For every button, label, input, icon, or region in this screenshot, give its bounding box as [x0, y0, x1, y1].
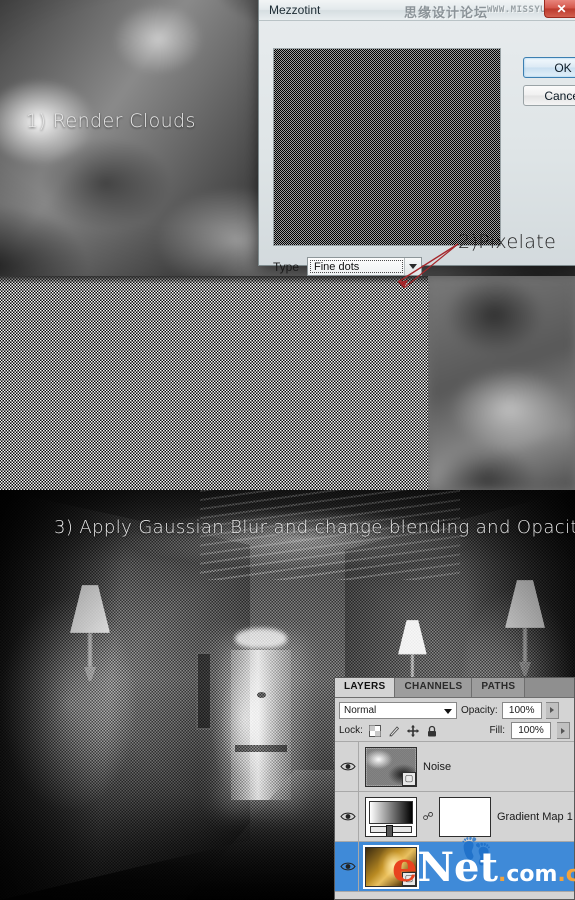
noise-modulation — [0, 276, 428, 490]
sconce-arm — [523, 628, 527, 662]
gradient-slider-icon — [370, 824, 412, 836]
fill-input[interactable]: 100% — [511, 722, 551, 739]
caret-glyph — [409, 264, 418, 269]
layer-thumbnail[interactable]: ▢ — [363, 844, 419, 889]
layer-visibility-toggle[interactable] — [337, 792, 359, 841]
noise-band-clouds-remainder — [428, 276, 575, 490]
far-door — [231, 628, 291, 800]
forum-watermark-cn: 思缘设计论坛 — [404, 6, 489, 21]
step-3-label: 3) Apply Gaussian Blur and change blendi… — [54, 517, 575, 538]
sconce-shade — [398, 620, 427, 655]
tab-layers[interactable]: LAYERS — [335, 678, 396, 697]
cancel-button[interactable]: Cancel — [523, 85, 575, 106]
smart-object-badge-icon: ▢ — [402, 871, 416, 886]
lock-all-icon[interactable] — [426, 725, 438, 737]
tutorial-composite: 1) Render Clouds 3) Apply Gaussian Blur … — [0, 0, 575, 900]
sconce-base — [84, 667, 96, 681]
layer-visibility-toggle[interactable] — [337, 842, 359, 891]
caret-right-icon — [561, 727, 565, 734]
sconce-base — [519, 662, 531, 676]
layer-thumbnail[interactable]: ▢ — [365, 746, 417, 787]
layer-mask-thumbnail[interactable] — [439, 796, 491, 837]
fill-label: Fill: — [489, 725, 505, 736]
chevron-down-icon[interactable] — [404, 258, 422, 275]
opacity-input[interactable]: 100% — [501, 701, 542, 719]
lock-transparent-pixels-icon[interactable] — [368, 724, 381, 737]
opacity-slider-toggle[interactable] — [545, 701, 559, 719]
table-row[interactable]: ▢ — [335, 842, 574, 892]
tab-channels[interactable]: CHANNELS — [395, 678, 473, 697]
door-top-light — [235, 628, 287, 648]
step-1-label: 1) Render Clouds — [26, 110, 196, 132]
layer-thumbnail[interactable] — [365, 796, 417, 837]
eye-icon — [339, 862, 356, 871]
sconce-arm — [410, 654, 414, 680]
noise-band-mezzotint-result — [0, 276, 428, 490]
lock-position-icon[interactable] — [406, 724, 419, 737]
link-icon[interactable]: ☍ — [422, 810, 433, 823]
wall-sconce-right — [505, 580, 545, 676]
sconce-shade — [505, 580, 545, 628]
type-dropdown-value: Fine dots — [314, 260, 360, 273]
lock-row: Lock: Fill: 100% — [335, 720, 574, 742]
step-2-label: 2)Pixelate — [458, 231, 557, 253]
panel-tabs: LAYERS CHANNELS PATHS — [335, 678, 574, 698]
layer-name[interactable]: Noise — [423, 761, 451, 773]
ok-button[interactable]: OK — [523, 57, 575, 78]
wall-frame-left — [196, 652, 212, 730]
type-label: Type — [273, 259, 300, 274]
opacity-label: Opacity: — [461, 704, 498, 716]
gradient-map-thumbnail — [369, 800, 413, 824]
dialog-body: Type Fine dots OK Cancel — [259, 21, 575, 276]
mezzotint-dialog: Mezzotint 思缘设计论坛 WWW.MISSYUAN.COM ✕ Type… — [258, 0, 575, 276]
blend-mode-dropdown[interactable]: Normal — [339, 701, 457, 719]
pixelated-noise-image — [0, 276, 575, 490]
fill-slider-toggle[interactable] — [557, 722, 570, 739]
mezzotint-preview[interactable] — [273, 48, 501, 246]
layer-name[interactable]: Gradient Map 1 — [497, 811, 573, 823]
eye-icon — [339, 762, 356, 771]
close-icon[interactable]: ✕ — [544, 0, 575, 18]
layer-visibility-toggle[interactable] — [337, 742, 359, 791]
type-row: Type Fine dots — [273, 257, 423, 276]
table-row[interactable]: ▢ Noise — [335, 742, 574, 792]
sconce-arm — [88, 633, 92, 667]
caret-right-icon — [549, 707, 554, 713]
noise-band-top-shadow — [0, 276, 428, 284]
chevron-down-icon — [444, 708, 452, 714]
wall-sconce-left — [70, 585, 110, 681]
dialog-titlebar[interactable]: Mezzotint 思缘设计论坛 WWW.MISSYUAN.COM ✕ — [259, 0, 575, 21]
eye-icon — [339, 812, 356, 821]
lock-image-pixels-icon[interactable] — [388, 725, 400, 737]
butterfly-icon: 👣 — [460, 836, 493, 866]
preview-noise-texture — [274, 49, 500, 245]
blend-mode-value: Normal — [344, 704, 377, 716]
lock-icon-group — [368, 724, 438, 737]
type-dropdown[interactable]: Fine dots — [307, 257, 423, 276]
blend-mode-row: Normal Opacity: 100% — [335, 698, 574, 720]
lock-label: Lock: — [339, 725, 363, 736]
layers-panel: LAYERS CHANNELS PATHS Normal Opacity: 10… — [334, 677, 575, 900]
door-peephole — [257, 692, 266, 698]
table-row[interactable]: ☍ Gradient Map 1 — [335, 792, 574, 842]
tab-paths[interactable]: PATHS — [472, 678, 526, 697]
smart-object-badge-icon: ▢ — [402, 771, 416, 786]
dialog-title: Mezzotint — [269, 3, 321, 17]
sconce-shade — [70, 585, 110, 633]
